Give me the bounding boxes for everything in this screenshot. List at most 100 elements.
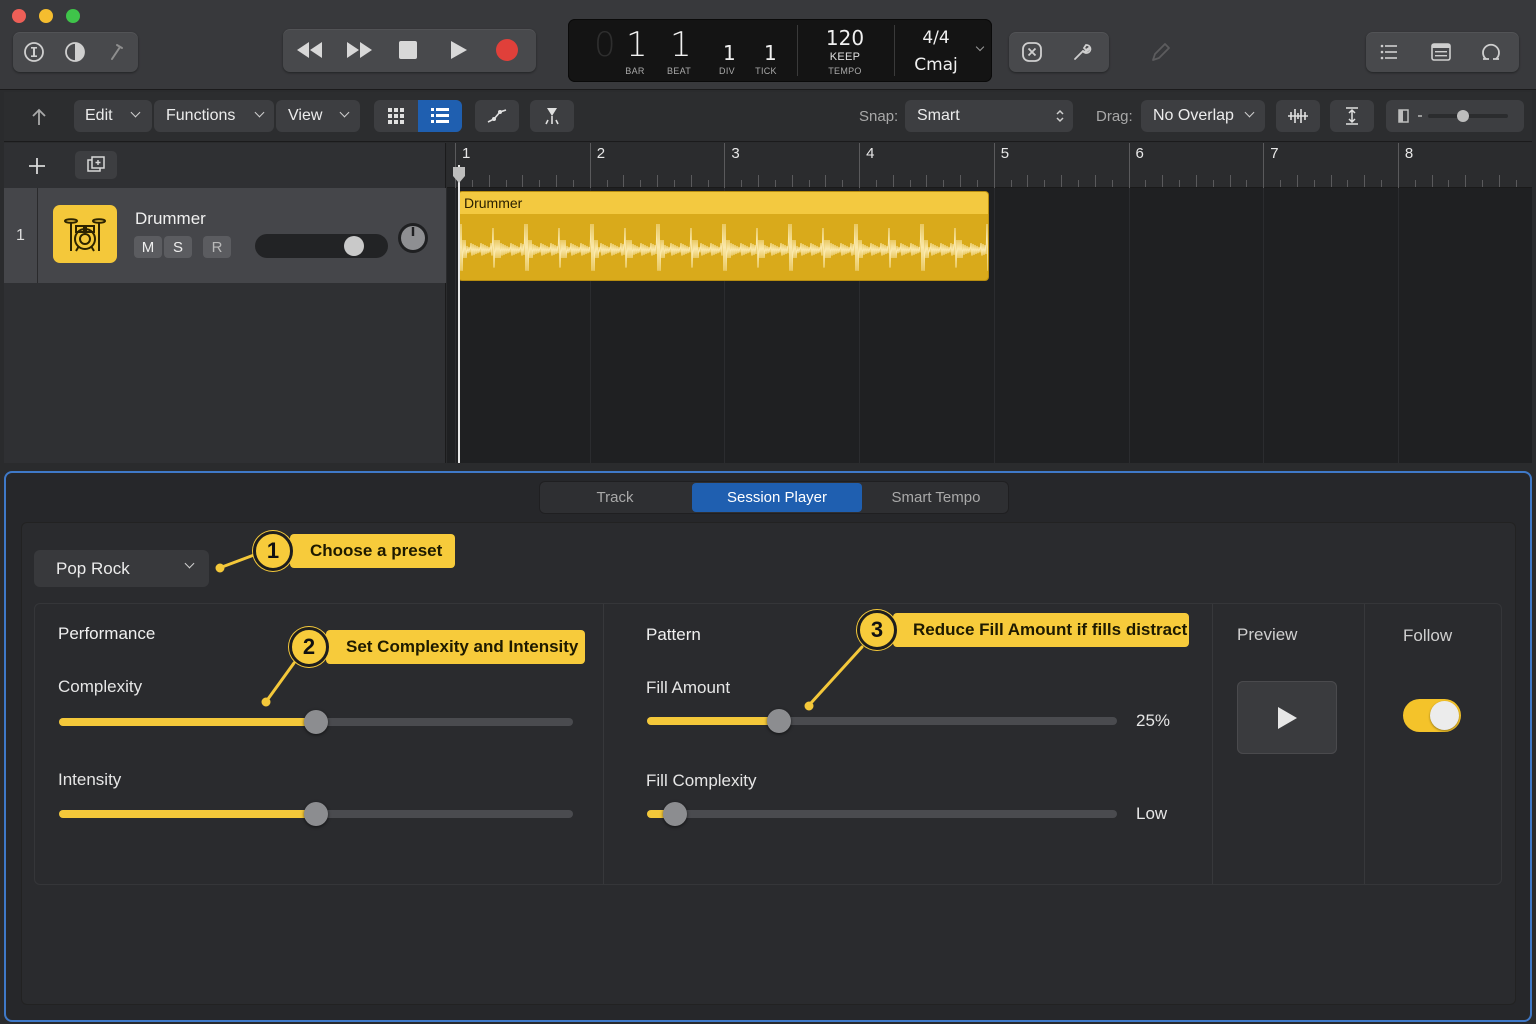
- ruler-tick: [556, 175, 558, 187]
- ruler-tick: [1498, 175, 1500, 187]
- windows-group: [1366, 32, 1519, 72]
- waveform-path: [459, 223, 988, 271]
- lcd-key: Cmaj: [914, 55, 958, 75]
- fast-forward-icon[interactable]: [344, 39, 374, 61]
- ruler-tick: [1431, 175, 1433, 187]
- record-enable-button[interactable]: R: [203, 236, 231, 258]
- ruler-tick: [673, 180, 675, 187]
- playhead[interactable]: [458, 165, 460, 463]
- ruler-bar-line: [1397, 143, 1399, 188]
- ruler-bar-number: 1: [462, 145, 471, 162]
- tracks-toolbar: Edit Functions View Snap: Smart Drag: No…: [4, 92, 1532, 142]
- ruler-bar-line: [589, 143, 591, 188]
- callout-choose-preset: Choose a preset: [290, 534, 455, 568]
- playhead-marker-icon[interactable]: [452, 166, 466, 184]
- ruler-bar-line: [724, 143, 726, 188]
- solo-button[interactable]: S: [164, 236, 192, 258]
- ruler-tick: [1347, 180, 1349, 187]
- region-name: Drummer: [459, 192, 988, 214]
- ruler-bar-line: [859, 143, 861, 188]
- close-window-button[interactable]: [12, 9, 26, 23]
- zoom-out-icon: [1398, 109, 1409, 123]
- list-icon[interactable]: [1378, 41, 1400, 63]
- ruler-tick: [1179, 180, 1180, 187]
- automation-icon[interactable]: [475, 100, 519, 132]
- ruler-tick: [1482, 180, 1484, 187]
- track-name[interactable]: Drummer: [135, 209, 206, 229]
- chevron-down-icon: [254, 107, 265, 118]
- contrast-icon[interactable]: [64, 41, 86, 63]
- ruler-tick: [1381, 180, 1383, 187]
- vertical-zoom-icon[interactable]: [1330, 100, 1374, 132]
- callout-text: Reduce Fill Amount if fills distract: [913, 620, 1188, 639]
- lcd-bar: 1: [626, 25, 648, 65]
- ruler-tick: [875, 180, 877, 187]
- play-icon[interactable]: [447, 39, 469, 61]
- ruler-tick: [1465, 175, 1467, 187]
- lcd-menu-chevron-icon[interactable]: [974, 42, 986, 55]
- back-arrow-icon[interactable]: [28, 106, 50, 128]
- drag-select[interactable]: No Overlap: [1141, 100, 1265, 132]
- ruler-bar-line: [993, 143, 995, 188]
- updown-chevron-icon: [1056, 109, 1064, 123]
- view-menu-label: View: [288, 107, 323, 124]
- pan-knob[interactable]: [397, 222, 429, 254]
- drummer-region[interactable]: Drummer: [459, 192, 988, 280]
- loop-browser-icon[interactable]: [1480, 41, 1502, 63]
- ruler-tick: [892, 175, 894, 187]
- ruler[interactable]: 1 2 3 4 5 6 7 8: [447, 143, 1532, 188]
- info-icon[interactable]: [23, 41, 45, 63]
- stop-icon[interactable]: [397, 39, 419, 61]
- add-track-icon[interactable]: [26, 155, 48, 177]
- callout-number: 1: [253, 531, 293, 571]
- record-icon[interactable]: [495, 38, 519, 62]
- horizontal-zoom-slider[interactable]: [1386, 100, 1524, 132]
- duplicate-track-icon[interactable]: [75, 151, 117, 179]
- grid-view-icon[interactable]: [374, 100, 418, 132]
- track-row[interactable]: 1 Drummer M S R: [4, 188, 446, 283]
- view-menu[interactable]: View: [276, 100, 360, 132]
- callout-text: Choose a preset: [310, 541, 443, 560]
- volume-slider-knob[interactable]: [344, 236, 365, 256]
- volume-slider[interactable]: [255, 234, 388, 258]
- edit-menu-label: Edit: [85, 107, 113, 124]
- waveform-zoom-icon[interactable]: [1276, 100, 1320, 132]
- flex-tool-icon[interactable]: [530, 100, 574, 132]
- drum-kit-icon[interactable]: [53, 205, 117, 263]
- pencil-icon[interactable]: [1148, 39, 1174, 65]
- lcd-tempo: 120: [825, 26, 865, 50]
- ruler-tick: [976, 180, 978, 187]
- close-circle-icon[interactable]: [1021, 41, 1043, 63]
- lcd-signature: 4/4: [922, 28, 950, 48]
- mute-button[interactable]: M: [134, 236, 162, 258]
- snap-select[interactable]: Smart: [905, 100, 1073, 132]
- ruler-tick: [522, 175, 524, 187]
- lcd-tick: 1: [764, 41, 777, 65]
- ruler-tick: [1280, 180, 1282, 187]
- zoom-window-button[interactable]: [66, 9, 80, 23]
- ruler-bar-line: [1263, 143, 1265, 188]
- ruler-bar-number: 5: [1000, 145, 1010, 162]
- list-view-icon[interactable]: [418, 100, 462, 132]
- lcd-bar-caption: BAR: [625, 66, 645, 76]
- wrench-icon[interactable]: [1071, 41, 1093, 63]
- chevron-down-icon: [1244, 107, 1255, 118]
- chevron-down-icon: [130, 107, 141, 118]
- ruler-tick: [1246, 180, 1248, 187]
- edit-menu[interactable]: Edit: [74, 100, 152, 132]
- edit-tool-icon[interactable]: [105, 41, 127, 63]
- note-pad-icon[interactable]: [1430, 41, 1452, 63]
- ruler-bar-number: 4: [866, 145, 875, 162]
- ruler-bar-number: 2: [596, 145, 606, 162]
- rewind-icon[interactable]: [295, 39, 325, 61]
- functions-menu[interactable]: Functions: [154, 100, 274, 132]
- zoom-slider-knob[interactable]: [1457, 110, 1469, 122]
- grid-line: [1397, 188, 1399, 463]
- lcd-display[interactable]: 0 1 1 1 1 BAR BEAT DIV TICK 120 KEEP TEM…: [568, 19, 992, 82]
- ruler-tick: [1364, 175, 1366, 187]
- ruler-tick: [943, 180, 945, 187]
- arrange-area[interactable]: 1 2 3 4 5 6 7 8 Drummer: [447, 143, 1532, 463]
- minimize-window-button[interactable]: [39, 9, 53, 23]
- control-bar: 0 1 1 1 1 BAR BEAT DIV TICK 120 KEEP TEM…: [0, 0, 1536, 90]
- grid-line: [455, 188, 456, 463]
